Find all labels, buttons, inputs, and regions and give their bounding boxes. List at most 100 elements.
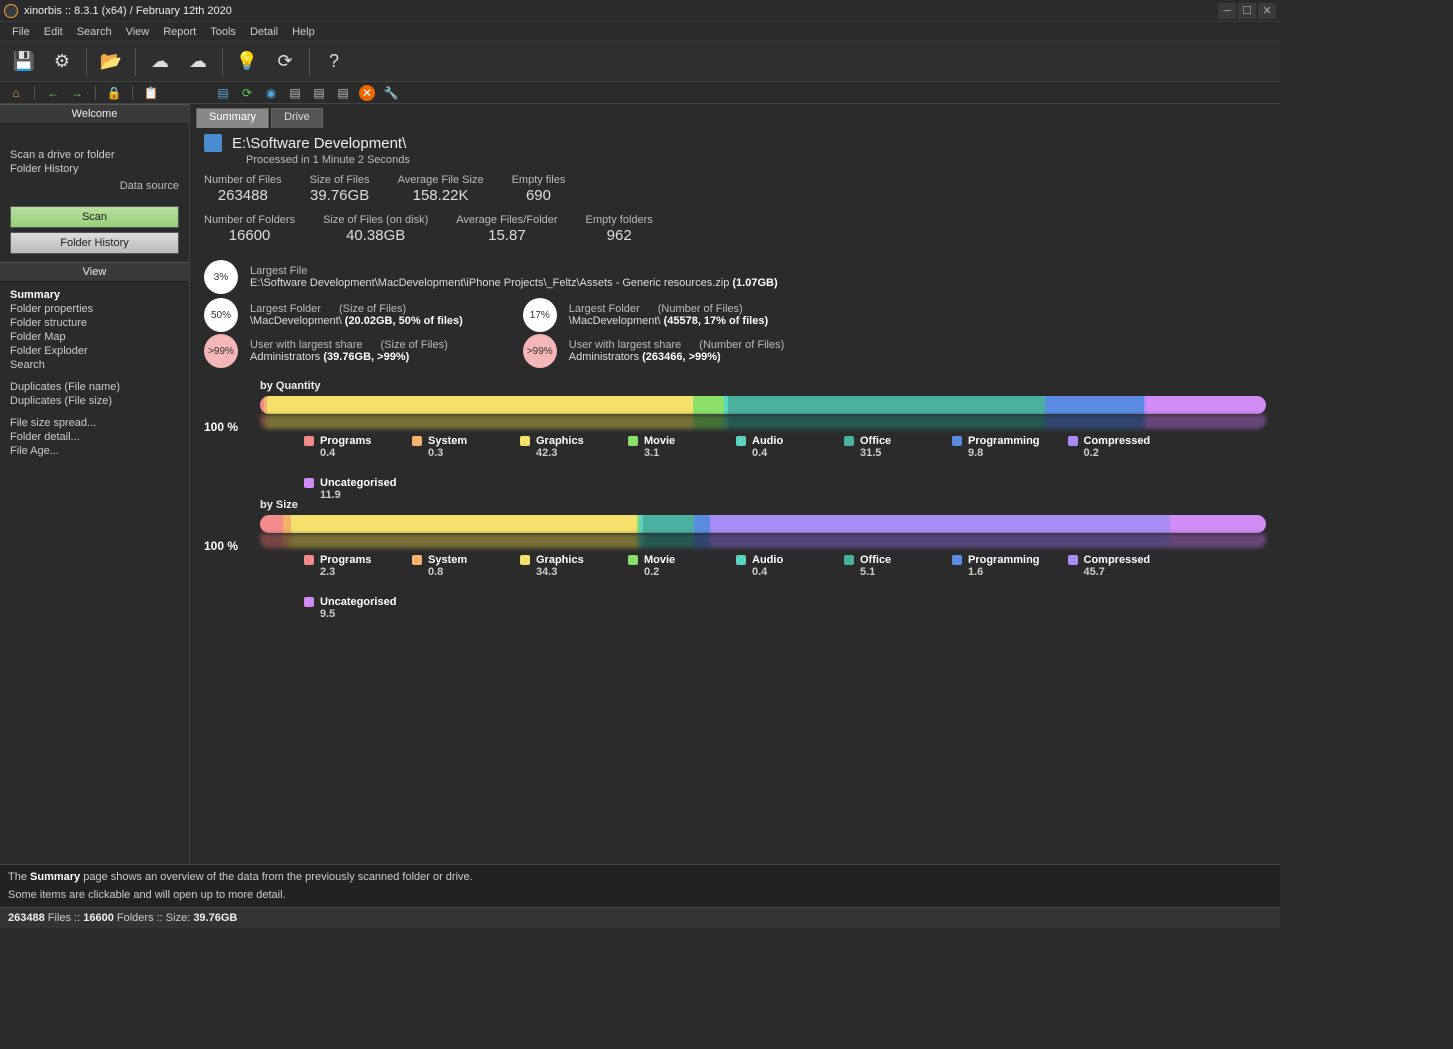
menu-help[interactable]: Help [286, 24, 321, 40]
close-button[interactable]: ✕ [1258, 3, 1276, 19]
save-icon[interactable]: 💾 [8, 46, 40, 78]
wrench-icon[interactable]: 🔧 [383, 85, 399, 101]
legend-item[interactable]: Graphics42.3 [520, 435, 600, 459]
largest-folder-num-path[interactable]: \MacDevelopment\ (45578, 17% of files) [569, 315, 768, 327]
refresh2-icon[interactable]: ⟳ [239, 85, 255, 101]
menu-file[interactable]: File [6, 24, 36, 40]
nav-summary[interactable]: Summary [10, 288, 179, 302]
stat-value: 158.22K [398, 186, 484, 210]
user-size-pct-icon: >99% [204, 334, 238, 368]
legend-item[interactable]: Movie3.1 [628, 435, 708, 459]
menu-view[interactable]: View [120, 24, 156, 40]
gear-icon[interactable]: ⚙ [46, 46, 78, 78]
title-bar: xinorbis :: 8.3.1 (x64) / February 12th … [0, 0, 1280, 22]
legend-item[interactable]: Programs0.4 [304, 435, 384, 459]
largest-file-pct-icon: 3% [204, 260, 238, 294]
tab-drive[interactable]: Drive [271, 108, 323, 128]
menu-detail[interactable]: Detail [244, 24, 284, 40]
sidebar: Welcome Scan a drive or folder Folder Hi… [0, 104, 190, 864]
minimize-button[interactable]: ─ [1218, 3, 1236, 19]
legend-item[interactable]: Audio0.4 [736, 554, 816, 578]
stop-icon[interactable]: ✕ [359, 85, 375, 101]
menu-edit[interactable]: Edit [38, 24, 69, 40]
size-pct-label: 100 % [204, 539, 238, 553]
help-icon[interactable]: ? [318, 46, 350, 78]
processed-time: Processed in 1 Minute 2 Seconds [204, 152, 1266, 172]
nav-folder-exploder[interactable]: Folder Exploder [10, 344, 179, 358]
largest-folder-size-label: Largest Folder [250, 303, 321, 315]
separator [222, 48, 223, 76]
nav-folder-detail-[interactable]: Folder detail... [10, 430, 179, 444]
home-icon[interactable]: ⌂ [8, 85, 24, 101]
stat-value: 962 [586, 226, 653, 250]
legend-item[interactable]: Compressed0.2 [1068, 435, 1151, 459]
nav-file-size-spread-[interactable]: File size spread... [10, 416, 179, 430]
back-icon[interactable]: ← [45, 85, 61, 101]
clipboard-icon[interactable]: 📋 [143, 85, 159, 101]
folder-open-icon[interactable]: 📂 [95, 46, 127, 78]
stat-value: 263488 [204, 186, 282, 210]
largest-folder-size-path[interactable]: \MacDevelopment\ (20.02GB, 50% of files) [250, 315, 463, 327]
maximize-button[interactable]: ☐ [1238, 3, 1256, 19]
legend-item[interactable]: Programs2.3 [304, 554, 384, 578]
stat-value: 40.38GB [323, 226, 428, 250]
nav-folder-structure[interactable]: Folder structure [10, 316, 179, 330]
lock-icon[interactable]: 🔒 [106, 85, 122, 101]
main-toolbar: 💾 ⚙ 📂 ☁ ☁ 💡 ⟳ ? [0, 42, 1280, 82]
menu-search[interactable]: Search [71, 24, 118, 40]
globe-icon[interactable]: ◉ [263, 85, 279, 101]
folder-history-link[interactable]: Folder History [10, 162, 179, 176]
legend-item[interactable]: Audio0.4 [736, 435, 816, 459]
largest-file-path[interactable]: E:\Software Development\MacDevelopment\i… [250, 277, 778, 289]
legend-item[interactable]: Compressed45.7 [1068, 554, 1151, 578]
drive-icon [204, 134, 222, 152]
user-size-name[interactable]: Administrators (39.76GB, >99%) [250, 351, 448, 363]
nav-folder-map[interactable]: Folder Map [10, 330, 179, 344]
nav-duplicates-file-size-[interactable]: Duplicates (File size) [10, 394, 179, 408]
user-size-label: User with largest share [250, 339, 363, 351]
legend-item[interactable]: Uncategorised11.9 [304, 477, 396, 501]
quantity-bar-chart [260, 396, 1266, 414]
legend-item[interactable]: Movie0.2 [628, 554, 708, 578]
user-size-sub: (Size of Files) [381, 339, 448, 351]
legend-item[interactable]: Programming9.8 [952, 435, 1040, 459]
legend-item[interactable]: Programming1.6 [952, 554, 1040, 578]
folder-history-button[interactable]: Folder History [10, 232, 179, 254]
scan-drive-link[interactable]: Scan a drive or folder [10, 148, 179, 162]
stat-label: Empty folders [586, 214, 653, 226]
stat-label: Size of Files (on disk) [323, 214, 428, 226]
cloud-up-icon[interactable]: ☁ [144, 46, 176, 78]
doc-icon[interactable]: ▤ [215, 85, 231, 101]
sub-toolbar: ⌂ ← → 🔒 📋 ▤ ⟳ ◉ ▤ ▤ ▤ ✕ 🔧 [0, 82, 1280, 104]
largest-folder-size-sub: (Size of Files) [339, 303, 406, 315]
separator [34, 86, 35, 100]
user-num-sub: (Number of Files) [699, 339, 784, 351]
bulb-icon[interactable]: 💡 [231, 46, 263, 78]
legend-item[interactable]: System0.3 [412, 435, 492, 459]
menu-report[interactable]: Report [157, 24, 202, 40]
menu-tools[interactable]: Tools [204, 24, 242, 40]
nav-search[interactable]: Search [10, 358, 179, 372]
legend-item[interactable]: Office5.1 [844, 554, 924, 578]
legend-item[interactable]: Graphics34.3 [520, 554, 600, 578]
nav-duplicates-file-name-[interactable]: Duplicates (File name) [10, 380, 179, 394]
doc2-icon[interactable]: ▤ [287, 85, 303, 101]
largest-folder-num-sub: (Number of Files) [658, 303, 743, 315]
nav-file-age-[interactable]: File Age... [10, 444, 179, 458]
legend-item[interactable]: Uncategorised9.5 [304, 596, 396, 620]
tab-summary[interactable]: Summary [196, 108, 269, 128]
user-num-name[interactable]: Administrators (263466, >99%) [569, 351, 784, 363]
legend-item[interactable]: Office31.5 [844, 435, 924, 459]
scan-button[interactable]: Scan [10, 206, 179, 228]
largest-folder-size-pct-icon: 50% [204, 298, 238, 332]
nav-folder-properties[interactable]: Folder properties [10, 302, 179, 316]
cloud-down-icon[interactable]: ☁ [182, 46, 214, 78]
data-source-label: Data source [10, 176, 179, 196]
largest-folder-num-label: Largest Folder [569, 303, 640, 315]
refresh-icon[interactable]: ⟳ [269, 46, 301, 78]
forward-icon[interactable]: → [69, 85, 85, 101]
stat-label: Number of Files [204, 174, 282, 186]
legend-item[interactable]: System0.8 [412, 554, 492, 578]
doc3-icon[interactable]: ▤ [311, 85, 327, 101]
doc4-icon[interactable]: ▤ [335, 85, 351, 101]
